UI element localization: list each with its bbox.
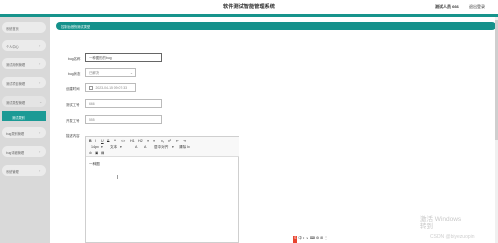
chevron-right-icon: › [39, 148, 41, 154]
italic-button[interactable]: I [95, 139, 96, 143]
sidebar-item-test-types[interactable]: 测试类型管理 ⌄ [2, 96, 46, 107]
indent-button[interactable]: ⇥ [183, 139, 186, 143]
watermark-line-1: 激活 Windows [420, 216, 462, 223]
sidebar-item-bug-categories[interactable]: bug类别管理 › [2, 127, 46, 138]
sidebar-item-test-projects[interactable]: 测试项目管理 › [2, 77, 46, 88]
sidebar-subitem-label: 测试类别 [12, 115, 25, 120]
tester-id-input[interactable]: 666 [85, 99, 162, 108]
sidebar-item-label: 测试用例管理 [6, 62, 26, 67]
highlight-color-button[interactable]: A [144, 145, 146, 149]
quote-button[interactable]: ❝ [114, 139, 116, 143]
ime-logo-icon[interactable]: S [293, 236, 298, 243]
sidebar-item-label: 测试类型管理 [6, 100, 26, 105]
resolve-time-label: 创建时间 [66, 87, 80, 91]
chevron-down-icon: ⌄ [130, 71, 133, 75]
chevron-down-icon: ▾ [120, 145, 122, 149]
sidebar-item-system[interactable]: 系统管理 › [2, 165, 46, 176]
editor-toolbar: B I U S ❝ <> H1 H2 ≡ ≡ x₂ x² ⇤ ⇥ 14px ▾ … [86, 137, 239, 157]
logout-link[interactable]: 退出登录 [469, 4, 485, 10]
sidebar-item-home[interactable]: 系统首页 [2, 22, 46, 33]
ordered-list-button[interactable]: ≡ [147, 139, 149, 143]
sidebar-item-label: 测试项目管理 [6, 81, 26, 86]
font-size-select[interactable]: 14px [91, 145, 99, 149]
sidebar-item-label: bug类别管理 [6, 131, 25, 136]
code-button[interactable]: <> [121, 139, 125, 143]
chevron-right-icon: › [39, 42, 41, 48]
app-window: 软件测试智能管理系统 测试人员 666 退出登录 系统首页 个人中心 › 测试用… [0, 0, 498, 243]
bug-status-select[interactable]: 已解决 ⌄ [85, 68, 136, 77]
chevron-down-icon: ▾ [101, 145, 103, 149]
image-button[interactable]: ▣ [95, 151, 98, 155]
chevron-down-icon: ▾ [172, 145, 174, 149]
clear-format-button[interactable]: 清除 [179, 145, 186, 150]
breadcrumb-current: 测试类型 [77, 25, 91, 29]
current-user: 测试人员 666 [435, 4, 459, 9]
ime-toolbar: S 中 • ゝ ⌨ ⚙ ⊞ ⋮ [293, 236, 337, 243]
keyboard-icon[interactable]: ⌨ [310, 236, 315, 243]
subscript-button[interactable]: x₂ [161, 139, 164, 143]
rich-text-editor[interactable]: B I U S ❝ <> H1 H2 ≡ ≡ x₂ x² ⇤ ⇥ 14px ▾ … [85, 136, 239, 243]
strike-button[interactable]: S [107, 139, 109, 143]
outdent-button[interactable]: ⇤ [176, 139, 179, 143]
video-button[interactable]: ▤ [101, 151, 104, 155]
underline-button[interactable]: U [101, 139, 104, 143]
csdn-watermark: CSDN @biyezuopin [430, 234, 475, 240]
sidebar-item-label: bug详细管理 [6, 150, 25, 155]
ime-shape-icon[interactable]: ゝ [305, 236, 309, 243]
tester-id-label: 测试工号 [66, 103, 80, 107]
h2-button[interactable]: H2 [138, 139, 143, 143]
superscript-button[interactable]: x² [168, 139, 171, 143]
link-button[interactable]: ⊘ [89, 151, 92, 155]
chevron-right-icon: › [39, 167, 41, 173]
bug-name-input[interactable]: 一种图形的bug [85, 53, 162, 62]
sidebar-item-label: 个人中心 [6, 44, 19, 49]
sidebar-item-label: 系统首页 [6, 26, 19, 31]
bug-status-label: bug状态 [68, 72, 81, 76]
developer-id-label: 开发工号 [66, 119, 80, 123]
chevron-right-icon: › [39, 129, 41, 135]
bug-name-label: bug名称 [68, 57, 81, 61]
breadcrumb-separator: / [74, 23, 75, 28]
bug-status-value: 已解决 [89, 71, 100, 75]
sidebar-item-bug-details[interactable]: bug详细管理 › [2, 146, 46, 157]
top-header: 软件测试智能管理系统 测试人员 666 退出登录 [0, 0, 498, 14]
activate-windows-watermark: 激活 Windows 转到 [420, 216, 461, 230]
bullet-list-button[interactable]: ≡ [153, 139, 155, 143]
watermark-line-2: 转到 [420, 223, 433, 230]
calendar-icon [89, 86, 93, 90]
sidebar-subitem-test-category[interactable]: 测试类别 [2, 111, 46, 121]
font-color-button[interactable]: A [135, 145, 137, 149]
text-cursor-icon: I [117, 175, 119, 181]
resolve-time-value: 2023-04-15 09:07:33 [95, 86, 127, 90]
align-select[interactable]: 居中对齐 [154, 145, 168, 150]
breadcrumb-home[interactable]: 控制台首页 [61, 24, 77, 29]
app-title: 软件测试智能管理系统 [223, 4, 275, 10]
sidebar-item-label: 系统管理 [6, 169, 19, 174]
more-icon[interactable]: ⋮ [324, 236, 328, 243]
bold-button[interactable]: B [89, 139, 92, 143]
header-accent-stripe [0, 14, 498, 17]
chevron-right-icon: › [39, 79, 41, 85]
editor-content[interactable]: 一种图 [89, 162, 100, 167]
h1-button[interactable]: H1 [130, 139, 135, 143]
sidebar-item-profile[interactable]: 个人中心 › [2, 40, 46, 51]
chevron-right-icon: › [39, 60, 41, 66]
chevron-down-icon: ⌄ [39, 98, 43, 104]
breadcrumb: 控制台首页 / 测试类型 [56, 22, 496, 30]
ime-punct-icon[interactable]: • [303, 236, 304, 243]
ime-lang-toggle[interactable]: 中 [298, 236, 302, 243]
grid-icon[interactable]: ⊞ [320, 236, 323, 243]
gear-icon[interactable]: ⚙ [316, 236, 319, 243]
text-style-select[interactable]: 文本 [110, 145, 117, 150]
developer-id-input[interactable]: 555 [85, 115, 162, 124]
clear-format-icon: Ix [187, 145, 190, 149]
resolve-time-picker[interactable]: 2023-04-15 09:07:33 [85, 83, 136, 92]
sidebar-item-test-cases[interactable]: 测试用例管理 › [2, 58, 46, 69]
bug-content-label: 描述内容 [66, 134, 80, 138]
